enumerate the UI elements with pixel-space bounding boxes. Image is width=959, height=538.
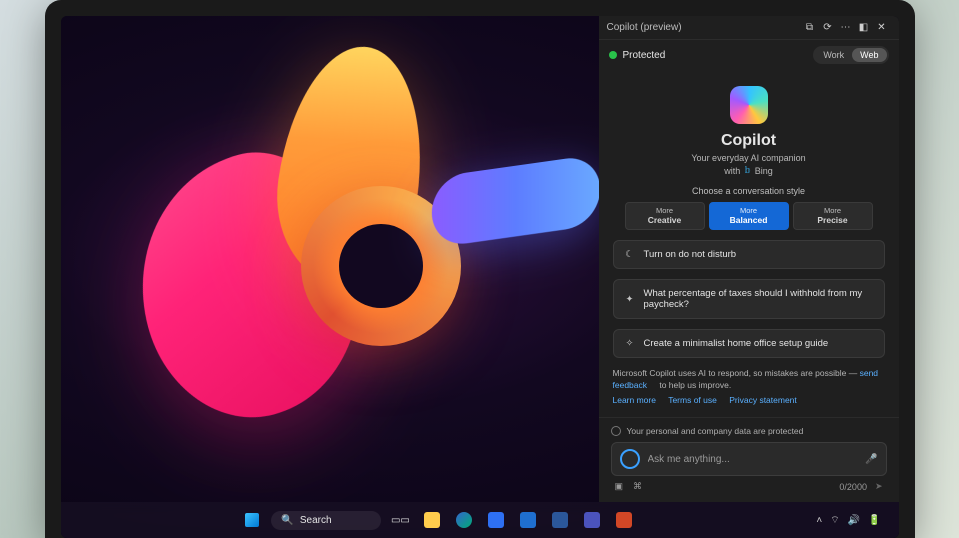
search-placeholder: Search: [300, 515, 332, 526]
style-precise[interactable]: More Precise: [793, 202, 873, 230]
task-view-button[interactable]: ▭▭: [387, 507, 413, 533]
suggestion-taxes[interactable]: ✦ What percentage of taxes should I with…: [613, 279, 885, 319]
style-block: Choose a conversation style More Creativ…: [613, 186, 885, 230]
terms-link[interactable]: Terms of use: [668, 395, 717, 405]
char-count: 0/2000: [839, 482, 867, 492]
battery-icon[interactable]: 🔋: [868, 515, 880, 526]
mode-work[interactable]: Work: [815, 48, 852, 62]
copilot-input-area: Your personal and company data are prote…: [599, 417, 899, 502]
store-icon: [488, 512, 504, 528]
style-line1: More: [798, 207, 868, 216]
ask-input[interactable]: [648, 454, 858, 465]
style-line2: Creative: [630, 216, 700, 226]
bing-icon: 𝕓: [744, 165, 750, 176]
ask-toolbar: ▣ ⌘ 0/2000 ➤: [611, 476, 887, 492]
suggestion-office-guide[interactable]: ✧ Create a minimalist home office setup …: [613, 329, 885, 358]
outlook-icon: [520, 512, 536, 528]
with-bing: with 𝕓 Bing: [613, 165, 885, 176]
taskbar-app-outlook[interactable]: [515, 507, 541, 533]
wifi-icon[interactable]: ⌔: [830, 514, 839, 527]
data-protection-notice: Your personal and company data are prote…: [611, 426, 887, 436]
start-button[interactable]: [239, 507, 265, 533]
style-balanced[interactable]: More Balanced: [709, 202, 789, 230]
search-icon: 🔍: [281, 515, 293, 526]
dock-icon[interactable]: ◧: [855, 22, 873, 33]
shield-icon: [611, 426, 621, 436]
more-icon[interactable]: ⋯: [837, 22, 855, 33]
ask-input-row: 🎤: [611, 442, 887, 476]
screen: Copilot (preview) ⧉ ⟳ ⋯ ◧ ✕ Protected Wo…: [61, 16, 899, 538]
volume-icon[interactable]: 🔊: [848, 515, 860, 526]
disclaimer: Microsoft Copilot uses AI to respond, so…: [613, 368, 885, 406]
taskbar-app-explorer[interactable]: [419, 507, 445, 533]
close-icon[interactable]: ✕: [873, 22, 891, 33]
suggestion-text: What percentage of taxes should I withho…: [644, 288, 874, 310]
style-line2: Precise: [798, 216, 868, 226]
taskbar-search[interactable]: 🔍 Search: [271, 511, 381, 530]
style-line2: Balanced: [714, 216, 784, 226]
suggestion-dnd[interactable]: ☾ Turn on do not disturb: [613, 240, 885, 269]
wallpaper-shape: [431, 154, 599, 248]
word-icon: [552, 512, 568, 528]
sparkle-icon: ✧: [624, 338, 636, 349]
copilot-name: Copilot: [613, 132, 885, 150]
file-explorer-icon: [424, 512, 440, 528]
windows-logo-icon: [245, 513, 259, 527]
copilot-subtitle: Your everyday AI companion: [613, 153, 885, 163]
protected-row: Protected Work Web: [599, 40, 899, 70]
send-icon[interactable]: ➤: [875, 481, 883, 492]
learn-more-link[interactable]: Learn more: [613, 395, 656, 405]
with-brand: Bing: [755, 166, 773, 176]
tray-chevron-icon[interactable]: ˄: [816, 515, 822, 526]
privacy-link[interactable]: Privacy statement: [729, 395, 797, 405]
laptop-frame: Copilot (preview) ⧉ ⟳ ⋯ ◧ ✕ Protected Wo…: [45, 0, 915, 538]
mode-segmented: Work Web: [813, 46, 888, 64]
taskbar-app-teams[interactable]: [579, 507, 605, 533]
microphone-icon[interactable]: 🎤: [865, 454, 877, 465]
protected-label: Protected: [623, 50, 808, 61]
style-label: Choose a conversation style: [613, 186, 885, 196]
teams-icon: [584, 512, 600, 528]
taskbar: 🔍 Search ▭▭ ˄ ⌔ 🔊 🔋: [61, 502, 899, 538]
disclaimer-text: Microsoft Copilot uses AI to respond, so…: [613, 368, 860, 378]
copilot-logo-icon: [730, 86, 768, 124]
copilot-titlebar: Copilot (preview) ⧉ ⟳ ⋯ ◧ ✕: [599, 16, 899, 40]
taskbar-app-edge[interactable]: [451, 507, 477, 533]
copilot-hero: Copilot Your everyday AI companion with …: [613, 80, 885, 176]
chat-icon: ✦: [624, 294, 636, 305]
suggestion-text: Create a minimalist home office setup gu…: [644, 338, 829, 349]
mode-web[interactable]: Web: [852, 48, 886, 62]
system-tray: ˄ ⌔ 🔊 🔋: [816, 514, 898, 527]
style-line1: More: [630, 207, 700, 216]
taskbar-center: 🔍 Search ▭▭: [61, 507, 817, 533]
attach-file-icon[interactable]: ⌘: [633, 481, 642, 492]
copilot-panel: Copilot (preview) ⧉ ⟳ ⋯ ◧ ✕ Protected Wo…: [599, 16, 899, 502]
with-prefix: with: [724, 166, 740, 176]
moon-icon: ☾: [624, 249, 636, 260]
style-creative[interactable]: More Creative: [625, 202, 705, 230]
copilot-avatar-icon: [620, 449, 640, 469]
copilot-title: Copilot (preview): [607, 22, 801, 33]
edge-icon: [456, 512, 472, 528]
open-new-window-icon[interactable]: ⧉: [801, 22, 819, 33]
style-options: More Creative More Balanced More Precise: [613, 202, 885, 230]
protected-dot-icon: [609, 51, 617, 59]
attach-image-icon[interactable]: ▣: [615, 481, 624, 492]
taskbar-app-word[interactable]: [547, 507, 573, 533]
refresh-icon[interactable]: ⟳: [819, 22, 837, 33]
taskbar-app-powerpoint[interactable]: [611, 507, 637, 533]
powerpoint-icon: [616, 512, 632, 528]
suggestion-text: Turn on do not disturb: [644, 249, 737, 260]
data-notice-text: Your personal and company data are prote…: [627, 426, 804, 436]
style-line1: More: [714, 207, 784, 216]
copilot-body: Copilot Your everyday AI companion with …: [599, 70, 899, 417]
disclaimer-text: to help us improve.: [657, 380, 731, 390]
taskbar-app-store[interactable]: [483, 507, 509, 533]
task-view-icon: ▭▭: [391, 515, 410, 526]
